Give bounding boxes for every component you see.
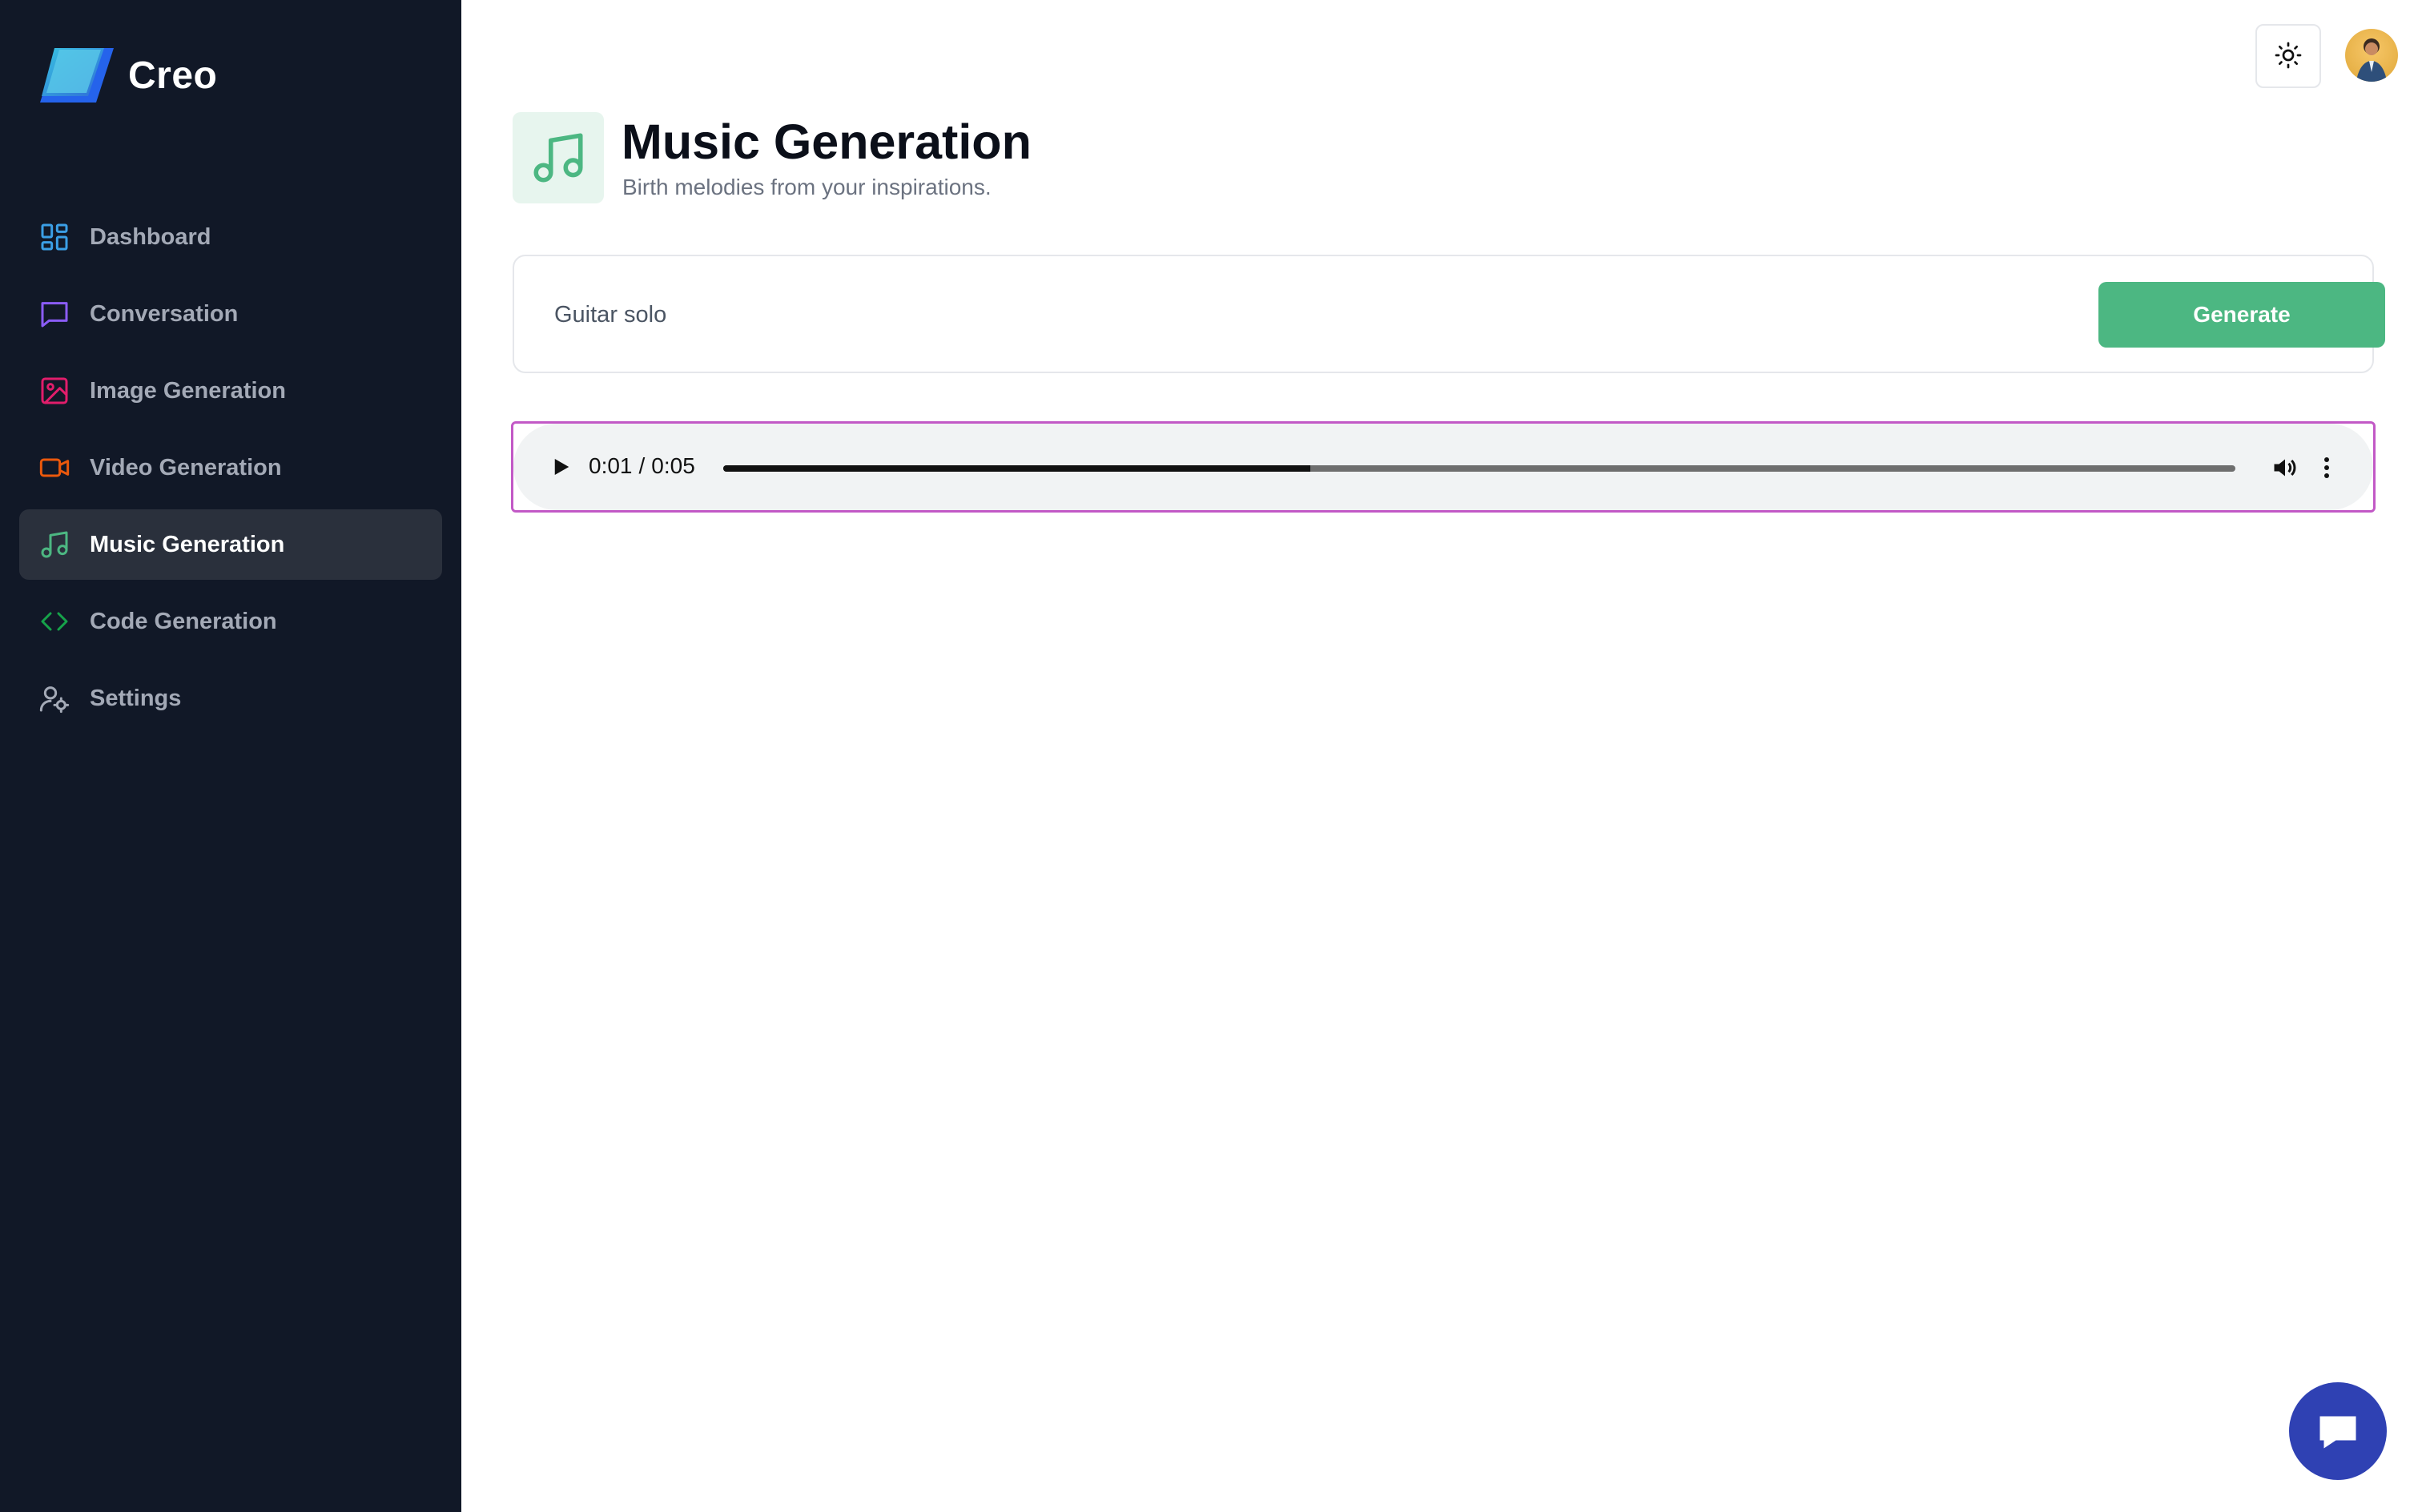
more-options-icon[interactable]	[2317, 450, 2336, 485]
sidebar-item-label: Settings	[90, 685, 182, 711]
time-display: 0:01/0:05	[589, 453, 695, 478]
sidebar-item-image-generation[interactable]: Image Generation	[19, 356, 442, 426]
sun-icon	[2274, 41, 2303, 72]
sidebar-item-label: Code Generation	[90, 608, 277, 634]
sidebar-item-label: Music Generation	[90, 531, 285, 557]
page-header-music-icon	[513, 112, 604, 203]
music-icon	[38, 529, 70, 561]
audio-progress-fill	[723, 465, 1310, 472]
brand[interactable]: Creo	[40, 45, 217, 106]
prompt-form: Generate	[513, 255, 2385, 373]
sidebar: Creo Dashboard Conversation Image Genera…	[0, 0, 461, 1512]
message-icon	[2314, 1406, 2362, 1457]
chat-bubble-icon	[38, 298, 70, 330]
video-icon	[38, 452, 70, 484]
generate-button[interactable]: Generate	[2098, 282, 2385, 348]
volume-icon[interactable]	[2267, 450, 2303, 485]
duration: 0:05	[651, 453, 695, 478]
current-time: 0:01	[589, 453, 633, 478]
user-settings-icon	[38, 682, 70, 714]
sidebar-item-label: Video Generation	[90, 454, 282, 481]
main-content: Music Generation Birth melodies from you…	[461, 0, 2422, 1512]
sidebar-item-code-generation[interactable]: Code Generation	[19, 586, 442, 657]
sidebar-item-dashboard[interactable]: Dashboard	[19, 202, 442, 272]
page-subtitle: Birth melodies from your inspirations.	[622, 175, 992, 199]
sidebar-item-label: Conversation	[90, 300, 239, 327]
chat-support-button[interactable]	[2289, 1382, 2387, 1480]
sidebar-nav: Dashboard Conversation Image Generation …	[19, 202, 442, 740]
sidebar-item-video-generation[interactable]: Video Generation	[19, 432, 442, 503]
sidebar-item-settings[interactable]: Settings	[19, 663, 442, 734]
image-icon	[38, 375, 70, 407]
dashboard-icon	[38, 221, 70, 253]
creo-logo-icon	[40, 46, 114, 104]
play-icon[interactable]	[544, 451, 576, 483]
brand-name: Creo	[128, 54, 218, 97]
theme-toggle-button[interactable]	[2255, 24, 2321, 88]
sidebar-item-label: Dashboard	[90, 223, 211, 250]
prompt-input[interactable]	[554, 296, 1996, 333]
sidebar-item-music-generation[interactable]: Music Generation	[19, 509, 442, 580]
audio-frame: 0:01/0:05	[511, 421, 2376, 513]
audio-progress-slider[interactable]	[723, 465, 2235, 472]
app: Creo Dashboard Conversation Image Genera…	[0, 0, 2422, 1512]
code-icon	[38, 605, 70, 637]
sidebar-item-conversation[interactable]: Conversation	[19, 279, 442, 349]
page-title: Music Generation	[622, 115, 1032, 169]
avatar[interactable]	[2345, 29, 2398, 82]
audio-player: 0:01/0:05	[513, 424, 2373, 510]
sidebar-item-label: Image Generation	[90, 377, 286, 404]
